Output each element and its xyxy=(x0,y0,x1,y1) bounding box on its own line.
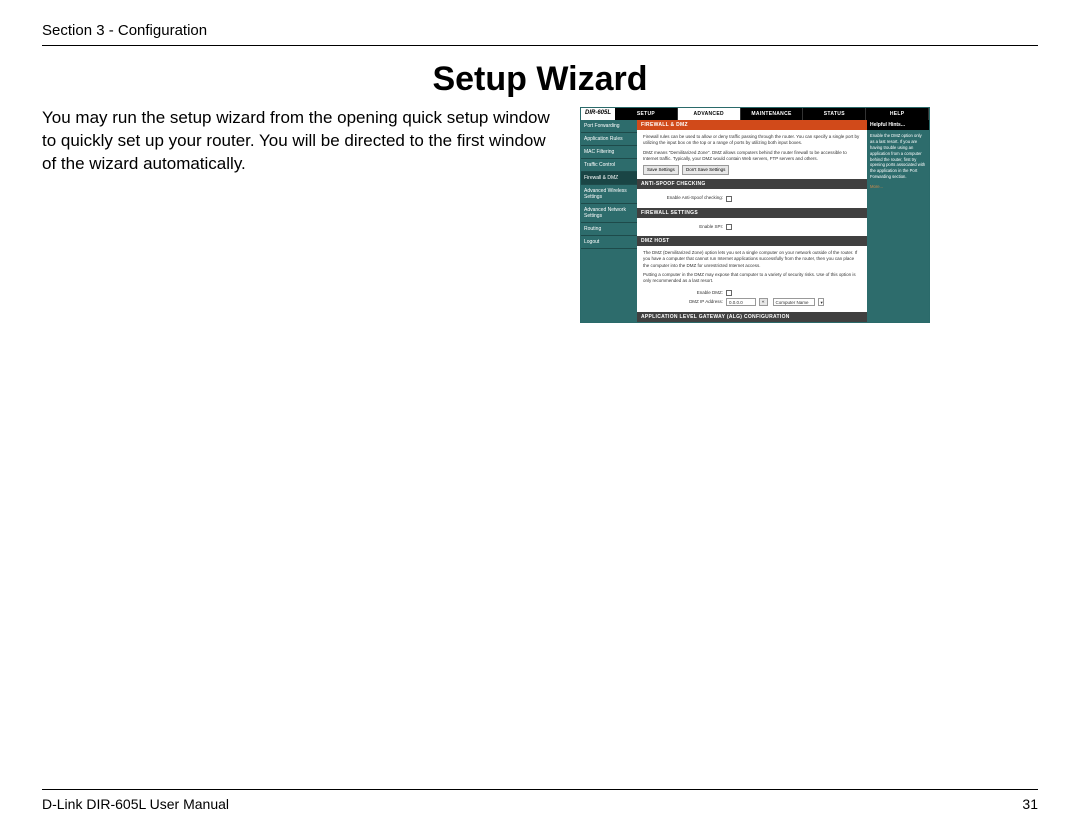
antispoof-checkbox[interactable] xyxy=(726,196,732,202)
section-antispoof-title: ANTI-SPOOF CHECKING xyxy=(637,179,867,189)
save-settings-button[interactable]: Save Settings xyxy=(643,165,679,175)
sidebar-item-adv-network[interactable]: Advanced Network Settings xyxy=(581,204,637,223)
sidebar-item-port-forwarding[interactable]: Port Forwarding xyxy=(581,120,637,133)
sidebar-item-firewall-dmz[interactable]: Firewall & DMZ xyxy=(581,172,637,185)
section-firewall-settings-title: FIREWALL SETTINGS xyxy=(637,208,867,218)
tab-setup[interactable]: SETUP xyxy=(615,108,678,120)
tab-maintenance[interactable]: MAINTENANCE xyxy=(741,108,804,120)
enable-dmz-label: Enable DMZ: xyxy=(643,290,723,296)
footer-left: D-Link DIR-605L User Manual xyxy=(42,796,229,812)
sidebar-item-adv-wireless[interactable]: Advanced Wireless Settings xyxy=(581,185,637,204)
dmz-desc1: The DMZ (Demilitarized Zone) option lets… xyxy=(643,250,861,269)
antispoof-label: Enable Anti-Spoof checking: xyxy=(643,195,723,201)
section-dmz-host-title: DMZ HOST xyxy=(637,236,867,246)
section-alg-title: APPLICATION LEVEL GATEWAY (ALG) CONFIGUR… xyxy=(637,312,867,322)
device-logo: DIR-605L xyxy=(581,108,615,120)
section-header: Section 3 - Configuration xyxy=(42,22,1038,46)
dont-save-settings-button[interactable]: Don't Save Settings xyxy=(682,165,729,175)
sidebar-item-traffic-control[interactable]: Traffic Control xyxy=(581,159,637,172)
body-paragraph: You may run the setup wizard from the op… xyxy=(42,107,562,176)
nav-tabs: SETUP ADVANCED MAINTENANCE STATUS HELP xyxy=(615,108,929,120)
dmz-ip-label: DMZ IP Address: xyxy=(643,299,723,305)
tab-help[interactable]: HELP xyxy=(866,108,929,120)
tab-status[interactable]: STATUS xyxy=(803,108,866,120)
help-more-link[interactable]: More... xyxy=(870,184,883,189)
router-screenshot: DIR-605L SETUP ADVANCED MAINTENANCE STAT… xyxy=(580,107,930,323)
help-title: Helpful Hints... xyxy=(867,120,929,130)
sidebar-item-mac-filtering[interactable]: MAC Filtering xyxy=(581,146,637,159)
spi-checkbox[interactable] xyxy=(726,224,732,230)
spi-label: Enable SPI: xyxy=(643,224,723,230)
page-title: Setup Wizard xyxy=(42,60,1038,99)
dmz-desc2: Putting a computer in the DMZ may expose… xyxy=(643,272,861,285)
sidebar-item-application-rules[interactable]: Application Rules xyxy=(581,133,637,146)
section-firewall-dmz-title: FIREWALL & DMZ xyxy=(637,120,867,130)
help-panel: Helpful Hints... Enable the DMZ option o… xyxy=(867,120,929,322)
firewall-desc2: DMZ means "Demilitarized Zone". DMZ allo… xyxy=(643,150,861,163)
sidebar-item-logout[interactable]: Logout xyxy=(581,236,637,249)
dmz-ip-input[interactable]: 0.0.0.0 xyxy=(726,298,756,306)
help-body-text: Enable the DMZ option only as a last res… xyxy=(870,133,925,179)
sidebar-item-routing[interactable]: Routing xyxy=(581,223,637,236)
main-panel: FIREWALL & DMZ Firewall rules can be use… xyxy=(637,120,867,322)
enable-dmz-checkbox[interactable] xyxy=(726,290,732,296)
sidebar: Port Forwarding Application Rules MAC Fi… xyxy=(581,120,637,322)
copy-ip-button[interactable]: « xyxy=(759,298,768,306)
dropdown-arrow-icon[interactable]: ▾ xyxy=(818,298,824,306)
tab-advanced[interactable]: ADVANCED xyxy=(678,108,741,120)
page-number: 31 xyxy=(1022,796,1038,812)
firewall-desc1: Firewall rules can be used to allow or d… xyxy=(643,134,861,147)
computer-name-select[interactable]: Computer Name xyxy=(773,298,815,306)
